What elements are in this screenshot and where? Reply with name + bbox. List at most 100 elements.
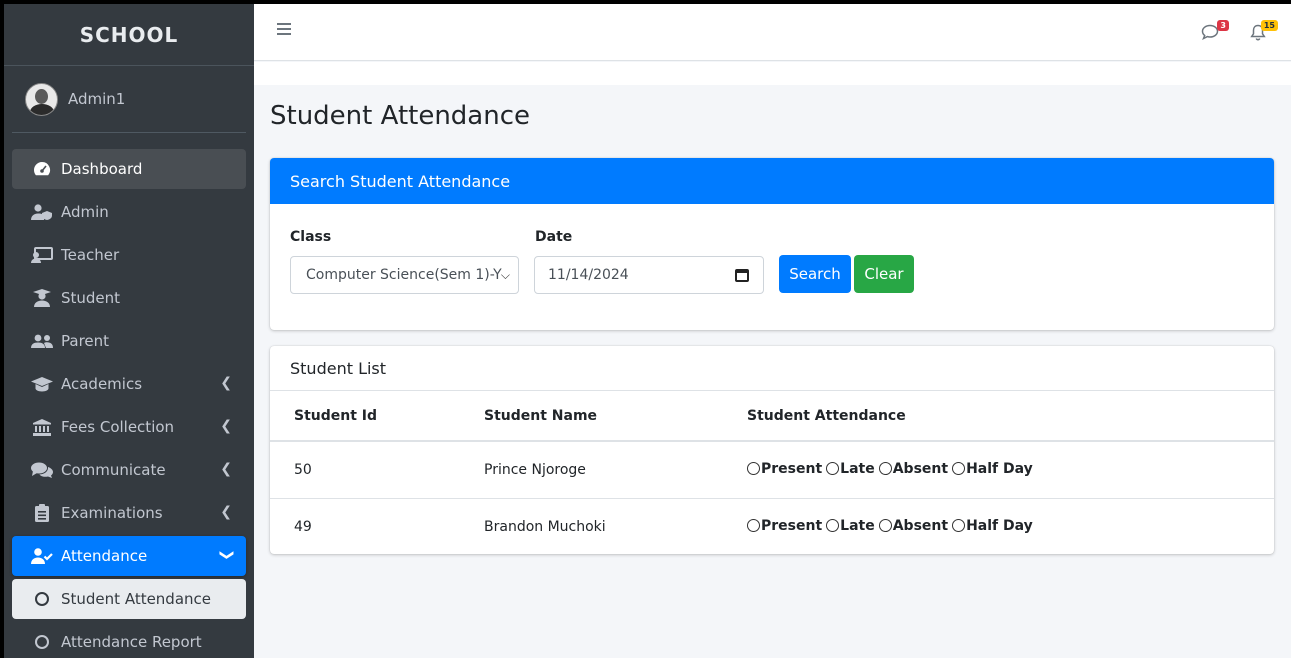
- graduation-cap-icon: [31, 376, 53, 392]
- half-day-radio[interactable]: [952, 519, 966, 532]
- sidebar-item-examinations[interactable]: Examinations ❮: [12, 493, 246, 533]
- sidebar-item-student-attendance[interactable]: Student Attendance: [12, 579, 246, 619]
- sidebar-item-dashboard[interactable]: Dashboard: [12, 149, 246, 189]
- present-label[interactable]: Present: [761, 518, 822, 534]
- student-table: Student Id Student Name Student Attendan…: [270, 391, 1274, 554]
- chevron-left-icon: ❮: [220, 375, 232, 391]
- sidebar-item-label: Student: [61, 289, 121, 307]
- search-card-header: Search Student Attendance: [270, 158, 1274, 204]
- half-day-label[interactable]: Half Day: [966, 518, 1033, 534]
- sidebar-item-label: Attendance Report: [61, 633, 202, 651]
- student-name-cell: Brandon Muchoki: [484, 518, 606, 535]
- chalkboard-teacher-icon: [31, 247, 53, 263]
- sidebar-item-admin[interactable]: Admin: [12, 192, 246, 232]
- comments-icon: [31, 462, 53, 478]
- student-id-cell: 50: [270, 441, 460, 499]
- sidebar: SCHOOL Admin1 Dashboard Admin Teacher St…: [4, 4, 254, 658]
- table-row: 49 Brandon Muchoki Present Late Absent H…: [270, 498, 1274, 554]
- topbar-strip: [254, 62, 1291, 85]
- sidebar-item-label: Attendance: [61, 547, 148, 565]
- topbar: 3 15: [254, 4, 1291, 61]
- sidebar-item-fees-collection[interactable]: Fees Collection ❮: [12, 407, 246, 447]
- class-label: Class: [290, 229, 332, 245]
- present-label[interactable]: Present: [761, 461, 822, 477]
- late-radio[interactable]: [826, 519, 840, 532]
- student-list-title: Student List: [270, 346, 1274, 391]
- university-icon: [31, 418, 53, 436]
- users-icon: [31, 334, 53, 348]
- absent-label[interactable]: Absent: [893, 518, 948, 534]
- user-shield-icon: [31, 204, 53, 220]
- brand-logo[interactable]: SCHOOL: [4, 4, 254, 66]
- date-label: Date: [535, 229, 573, 245]
- user-panel[interactable]: Admin1: [12, 66, 246, 133]
- half-day-label[interactable]: Half Day: [966, 461, 1033, 477]
- late-label[interactable]: Late: [840, 461, 875, 477]
- attendance-options: Present Late Absent Half Day: [747, 461, 1033, 477]
- sidebar-item-academics[interactable]: Academics ❮: [12, 364, 246, 404]
- student-id-cell: 49: [294, 518, 312, 535]
- sidebar-item-label: Admin: [61, 203, 109, 221]
- date-input-value: 11/14/2024: [548, 267, 629, 283]
- sidebar-nav: Dashboard Admin Teacher Student Parent A…: [4, 149, 254, 658]
- search-button[interactable]: Search: [779, 255, 851, 293]
- sidebar-item-communicate[interactable]: Communicate ❮: [12, 450, 246, 490]
- column-header-student-attendance: Student Attendance: [723, 391, 1274, 442]
- search-card: Search Student Attendance Class Computer…: [270, 158, 1274, 330]
- class-select[interactable]: Computer Science(Sem 1)-Y ⌵: [290, 256, 519, 294]
- chevron-left-icon: ❮: [220, 504, 232, 520]
- avatar: [25, 82, 58, 116]
- circle-icon: [31, 592, 53, 606]
- sidebar-item-label: Student Attendance: [61, 590, 212, 608]
- app-frame: SCHOOL Admin1 Dashboard Admin Teacher St…: [4, 4, 1291, 658]
- chevron-left-icon: ❮: [220, 461, 232, 477]
- sidebar-item-label: Examinations: [61, 504, 163, 522]
- sidebar-item-attendance[interactable]: Attendance ❮: [12, 536, 246, 576]
- present-radio[interactable]: [747, 519, 760, 532]
- chevron-left-icon: ❮: [220, 418, 232, 434]
- date-input[interactable]: 11/14/2024: [534, 256, 764, 294]
- absent-radio[interactable]: [878, 519, 892, 532]
- dashboard-icon: [31, 161, 53, 177]
- student-list-card: Student List Student Id Student Name Stu…: [270, 346, 1274, 554]
- sidebar-item-label: Parent: [61, 332, 110, 350]
- attendance-options: Present Late Absent Half Day: [747, 518, 1033, 534]
- attendance-cell: Present Late Absent Half Day: [723, 441, 1274, 499]
- attendance-cell: Present Late Absent Half Day: [723, 498, 1274, 554]
- table-header-row: Student Id Student Name Student Attendan…: [270, 391, 1274, 442]
- half-day-radio[interactable]: [952, 462, 966, 475]
- sidebar-item-label: Fees Collection: [61, 418, 175, 436]
- notifications-badge: 15: [1260, 20, 1278, 31]
- sidebar-item-student[interactable]: Student: [12, 278, 246, 318]
- absent-label[interactable]: Absent: [893, 461, 948, 477]
- calendar-icon[interactable]: [735, 269, 749, 282]
- chevron-down-icon: ❮: [218, 549, 235, 561]
- sidebar-item-teacher[interactable]: Teacher: [12, 235, 246, 275]
- table-row: 50 Prince Njoroge Present Late Absent Ha…: [270, 441, 1274, 499]
- messages-badge: 3: [1217, 20, 1229, 31]
- clipboard-icon: [31, 504, 53, 522]
- sidebar-item-attendance-report[interactable]: Attendance Report: [12, 622, 246, 658]
- page-title: Student Attendance: [270, 101, 531, 131]
- menu-toggle-icon[interactable]: [277, 23, 291, 37]
- sidebar-item-parent[interactable]: Parent: [12, 321, 246, 361]
- class-select-value: Computer Science(Sem 1)-Y: [306, 267, 502, 283]
- absent-radio[interactable]: [878, 462, 892, 475]
- chevron-down-icon: ⌵: [500, 268, 510, 282]
- messages-icon[interactable]: 3: [1201, 20, 1229, 42]
- column-header-student-name: Student Name: [460, 391, 723, 442]
- user-check-icon: [31, 548, 53, 564]
- user-name[interactable]: Admin1: [68, 90, 125, 108]
- circle-icon: [31, 635, 53, 649]
- sidebar-item-label: Academics: [61, 375, 143, 393]
- column-header-student-id: Student Id: [270, 391, 460, 442]
- sidebar-item-label: Teacher: [61, 246, 120, 264]
- sidebar-item-label: Dashboard: [61, 160, 143, 178]
- late-radio[interactable]: [826, 462, 840, 475]
- late-label[interactable]: Late: [840, 518, 875, 534]
- clear-button[interactable]: Clear: [854, 255, 914, 293]
- bell-icon[interactable]: 15: [1250, 20, 1278, 42]
- student-name-cell: Prince Njoroge: [460, 441, 723, 499]
- user-graduate-icon: [31, 289, 53, 307]
- present-radio[interactable]: [747, 462, 760, 475]
